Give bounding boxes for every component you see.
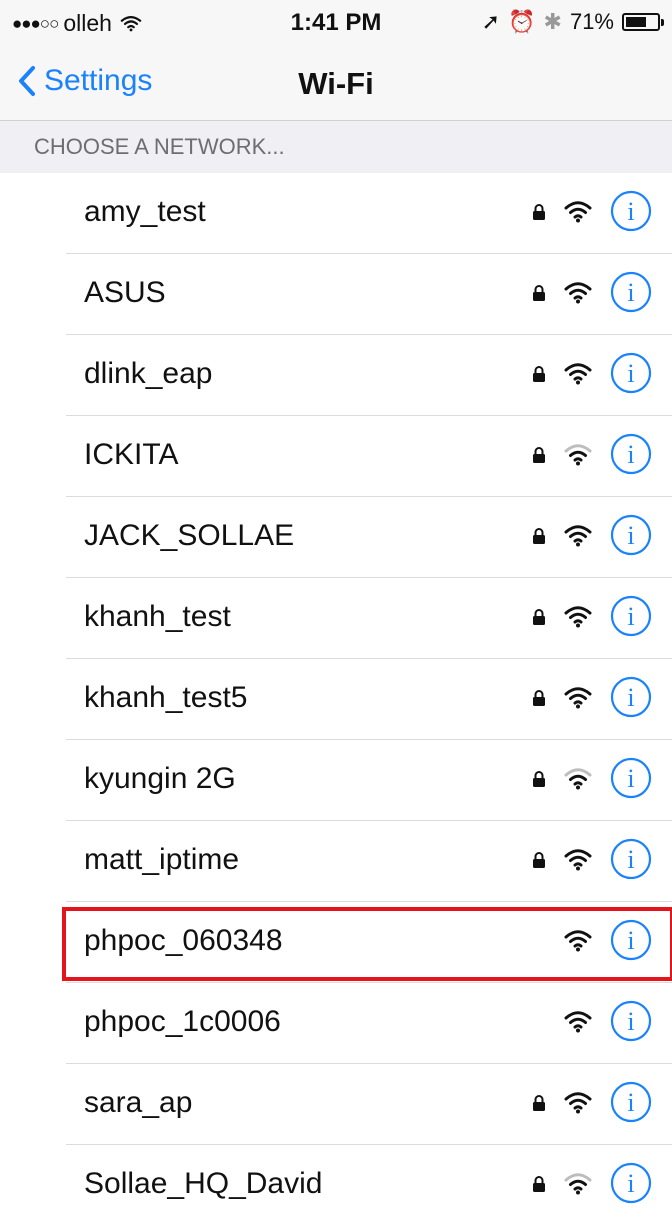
info-icon[interactable]: i	[610, 433, 652, 475]
section-header: CHOOSE A NETWORK...	[0, 121, 672, 173]
info-icon[interactable]: i	[610, 919, 652, 961]
network-row[interactable]: amy_test i	[0, 173, 672, 254]
status-bar: ●●●○○ olleh 1:41 PM ➚ ⏰ ✱ 71%	[0, 0, 672, 46]
alarm-icon: ⏰	[508, 9, 536, 34]
svg-text:i: i	[627, 278, 634, 307]
wifi-signal-icon	[563, 442, 593, 471]
svg-text:i: i	[627, 359, 634, 388]
info-icon[interactable]: i	[610, 1000, 652, 1042]
svg-text:i: i	[627, 602, 634, 631]
svg-text:i: i	[627, 683, 634, 712]
lock-icon	[532, 203, 546, 226]
lock-icon	[532, 689, 546, 712]
network-name: amy_test	[84, 195, 206, 228]
wifi-signal-icon	[563, 1009, 593, 1038]
bluetooth-icon: ✱	[543, 9, 562, 34]
network-name: phpoc_060348	[84, 924, 283, 957]
wifi-signal-icon	[563, 685, 593, 714]
network-row[interactable]: phpoc_060348 i	[0, 902, 672, 983]
info-icon[interactable]: i	[610, 838, 652, 880]
svg-text:i: i	[627, 1007, 634, 1036]
network-name: ASUS	[84, 276, 166, 309]
wifi-signal-icon	[563, 766, 593, 795]
info-icon[interactable]: i	[610, 595, 652, 637]
info-icon[interactable]: i	[610, 190, 652, 232]
navigation-bar: Settings Wi-Fi	[0, 46, 672, 121]
lock-icon	[532, 446, 546, 469]
wifi-signal-icon	[563, 928, 593, 957]
wifi-signal-icon	[563, 199, 593, 228]
network-row[interactable]: sara_ap i	[0, 1064, 672, 1145]
network-name: JACK_SOLLAE	[84, 519, 295, 552]
network-name: phpoc_1c0006	[84, 1005, 281, 1038]
network-row[interactable]: dlink_eap i	[0, 335, 672, 416]
network-name: khanh_test	[84, 600, 231, 633]
battery-percentage: 71%	[569, 9, 614, 34]
network-list: amy_test i ASUS i dlink_eap i ICKITA i JACK_SOLL…	[0, 173, 672, 1226]
info-icon[interactable]: i	[610, 1162, 652, 1204]
location-icon: ➚	[481, 9, 501, 34]
svg-text:i: i	[627, 197, 634, 226]
network-name: ICKITA	[84, 438, 179, 471]
svg-text:i: i	[627, 926, 634, 955]
network-row[interactable]: JACK_SOLLAE i	[0, 497, 672, 578]
svg-text:i: i	[627, 1088, 634, 1117]
svg-text:i: i	[627, 764, 634, 793]
lock-icon	[532, 1094, 546, 1117]
lock-icon	[532, 527, 546, 550]
page-title: Wi-Fi	[298, 66, 374, 101]
wifi-signal-icon	[563, 280, 593, 309]
info-icon[interactable]: i	[610, 757, 652, 799]
network-row[interactable]: ASUS i	[0, 254, 672, 335]
battery-icon	[622, 13, 664, 31]
lock-icon	[532, 365, 546, 388]
info-icon[interactable]: i	[610, 514, 652, 556]
network-name: sara_ap	[84, 1086, 193, 1119]
network-name: dlink_eap	[84, 357, 213, 390]
info-icon[interactable]: i	[610, 676, 652, 718]
lock-icon	[532, 608, 546, 631]
wifi-signal-icon	[563, 523, 593, 552]
network-row[interactable]: Sollae_HQ_David i	[0, 1145, 672, 1226]
network-name: matt_iptime	[84, 843, 240, 876]
info-icon[interactable]: i	[610, 271, 652, 313]
network-name: kyungin 2G	[84, 762, 236, 795]
network-row[interactable]: matt_iptime i	[0, 821, 672, 902]
svg-text:i: i	[627, 1169, 634, 1198]
wifi-signal-icon	[563, 361, 593, 390]
network-name: Sollae_HQ_David	[84, 1167, 323, 1200]
wifi-signal-icon	[563, 1171, 593, 1200]
lock-icon	[532, 770, 546, 793]
lock-icon	[532, 1175, 546, 1198]
network-row[interactable]: khanh_test5 i	[0, 659, 672, 740]
lock-icon	[532, 851, 546, 874]
wifi-signal-icon	[563, 847, 593, 876]
info-icon[interactable]: i	[610, 1081, 652, 1123]
info-icon[interactable]: i	[610, 352, 652, 394]
network-row[interactable]: ICKITA i	[0, 416, 672, 497]
status-right: ➚ ⏰ ✱ 71%	[474, 9, 664, 35]
svg-text:i: i	[627, 845, 634, 874]
wifi-signal-icon	[563, 604, 593, 633]
network-row[interactable]: phpoc_1c0006 i	[0, 983, 672, 1064]
lock-icon	[532, 284, 546, 307]
wifi-signal-icon	[563, 1090, 593, 1119]
network-row[interactable]: kyungin 2G i	[0, 740, 672, 821]
network-name: khanh_test5	[84, 681, 248, 714]
network-row[interactable]: khanh_test i	[0, 578, 672, 659]
svg-text:i: i	[627, 440, 634, 469]
svg-text:i: i	[627, 521, 634, 550]
